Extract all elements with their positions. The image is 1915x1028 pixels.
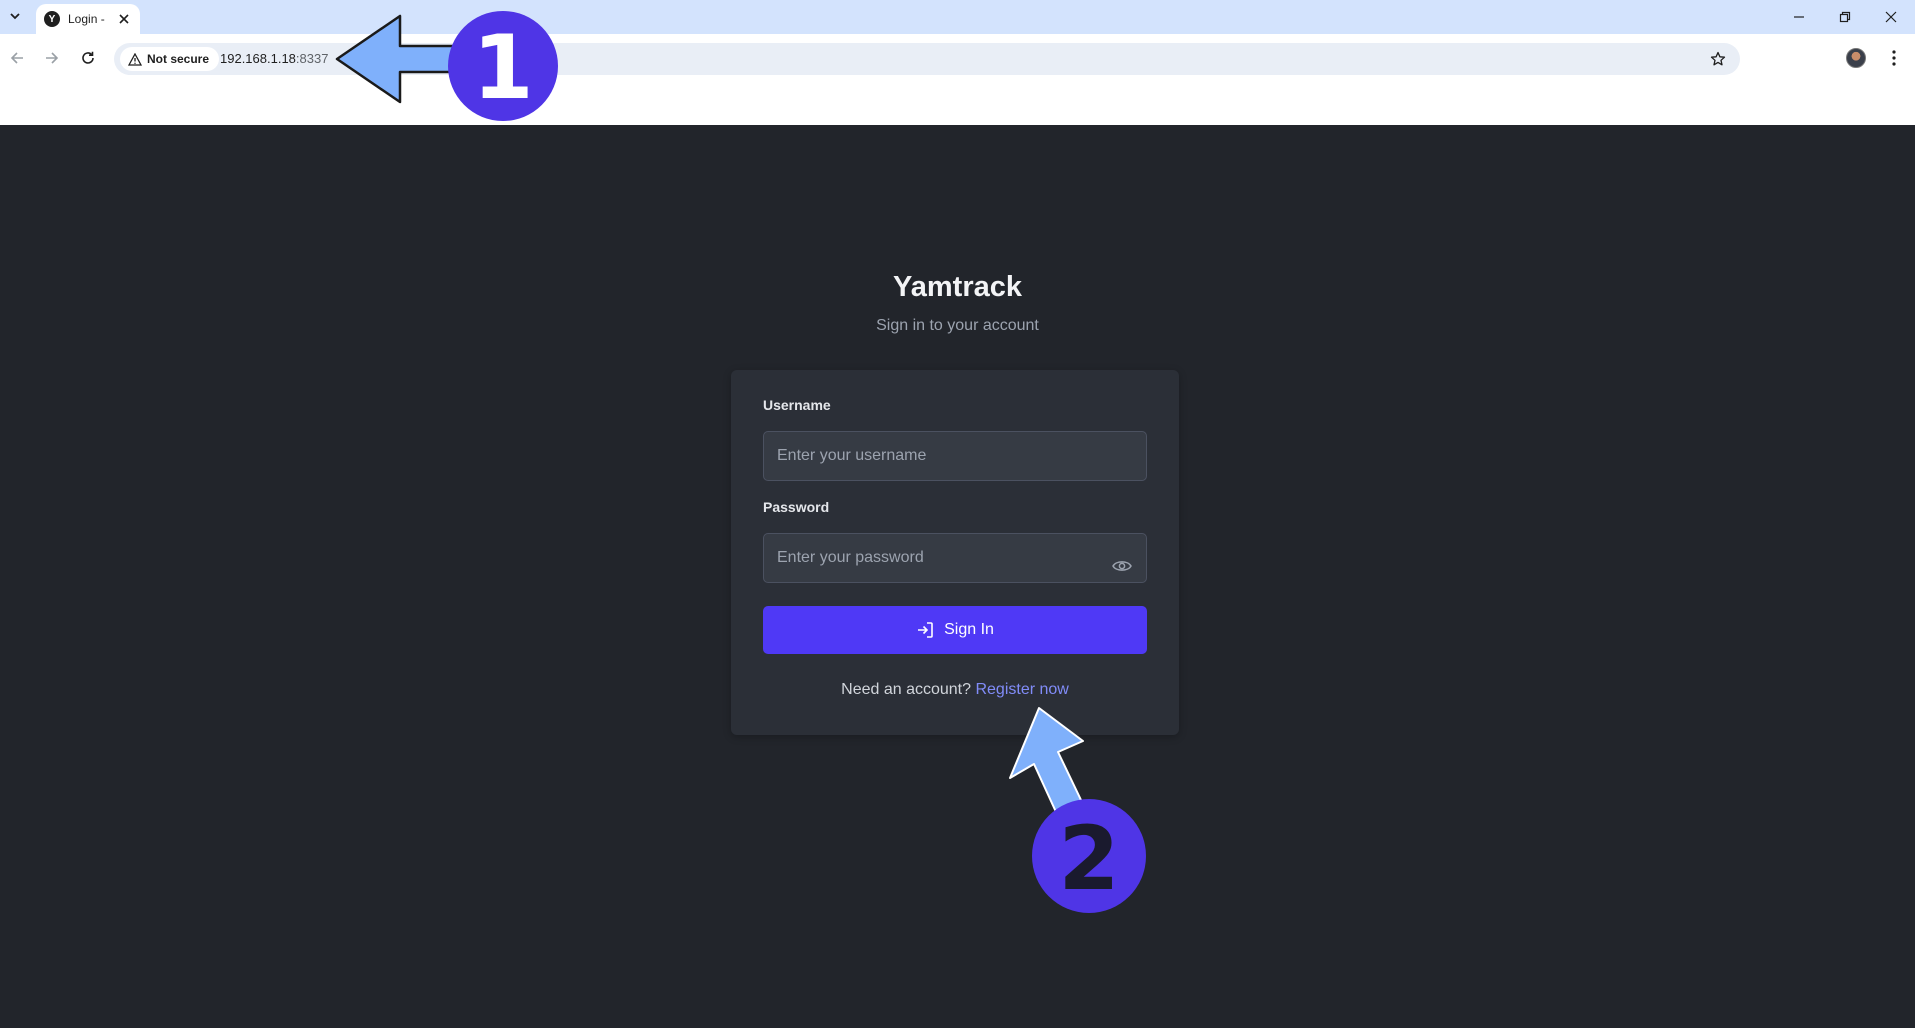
forward-button[interactable] xyxy=(37,43,67,73)
tab-search-button[interactable] xyxy=(4,5,26,27)
tab-strip: Y Login - xyxy=(0,0,1915,34)
register-link[interactable]: Register now xyxy=(975,681,1068,698)
close-window-button[interactable] xyxy=(1868,0,1914,34)
login-page: Yamtrack Sign in to your account Usernam… xyxy=(0,125,1915,1028)
reload-icon xyxy=(82,51,94,64)
warning-triangle-icon xyxy=(128,52,142,66)
browser-toolbar: Not secure 192.168.1.18:8337 xyxy=(0,34,1915,84)
security-chip[interactable]: Not secure xyxy=(120,47,220,71)
more-vertical-icon xyxy=(1892,50,1896,66)
close-icon xyxy=(1885,11,1897,23)
show-password-toggle[interactable] xyxy=(1111,555,1133,577)
login-card: Username Password Sign In Need an accoun… xyxy=(731,370,1179,735)
arrow-left-icon xyxy=(10,52,23,64)
minimize-icon xyxy=(1794,16,1804,18)
profile-avatar[interactable] xyxy=(1846,48,1866,68)
eye-icon xyxy=(1112,561,1132,571)
password-label: Password xyxy=(763,499,830,515)
bookmark-star-button[interactable] xyxy=(1708,49,1728,69)
restore-button[interactable] xyxy=(1822,0,1868,34)
reload-button[interactable] xyxy=(73,43,103,73)
url-host: 192.168.1.18 xyxy=(220,51,296,66)
app-title: Yamtrack xyxy=(893,271,1022,303)
sign-in-button[interactable]: Sign In xyxy=(763,606,1147,654)
page-top-whitespace xyxy=(0,84,1915,125)
back-button[interactable] xyxy=(2,43,32,73)
minimize-button[interactable] xyxy=(1776,0,1822,34)
browser-tab[interactable]: Y Login - xyxy=(36,4,140,34)
url-text[interactable]: 192.168.1.18:8337 xyxy=(220,51,328,66)
password-input[interactable] xyxy=(763,533,1147,583)
restore-icon xyxy=(1839,11,1851,23)
app-subtitle: Sign in to your account xyxy=(876,317,1039,334)
close-icon xyxy=(119,14,129,24)
tab-title: Login - xyxy=(68,12,105,26)
register-prompt-line: Need an account? Register now xyxy=(731,681,1179,699)
chevron-down-icon xyxy=(10,13,20,20)
arrow-right-icon xyxy=(46,52,59,64)
yamtrack-favicon-icon: Y xyxy=(44,11,60,27)
sign-in-label: Sign In xyxy=(944,621,994,638)
sign-in-icon xyxy=(918,622,933,638)
security-label: Not secure xyxy=(147,52,210,66)
username-input[interactable] xyxy=(763,431,1147,481)
browser-menu-button[interactable] xyxy=(1882,46,1906,70)
address-bar[interactable]: Not secure 192.168.1.18:8337 xyxy=(114,43,1740,75)
register-prompt: Need an account? xyxy=(841,681,972,698)
username-label: Username xyxy=(763,397,831,413)
tab-close-button[interactable] xyxy=(116,11,132,27)
star-icon xyxy=(1710,51,1726,66)
url-port: :8337 xyxy=(295,51,329,66)
